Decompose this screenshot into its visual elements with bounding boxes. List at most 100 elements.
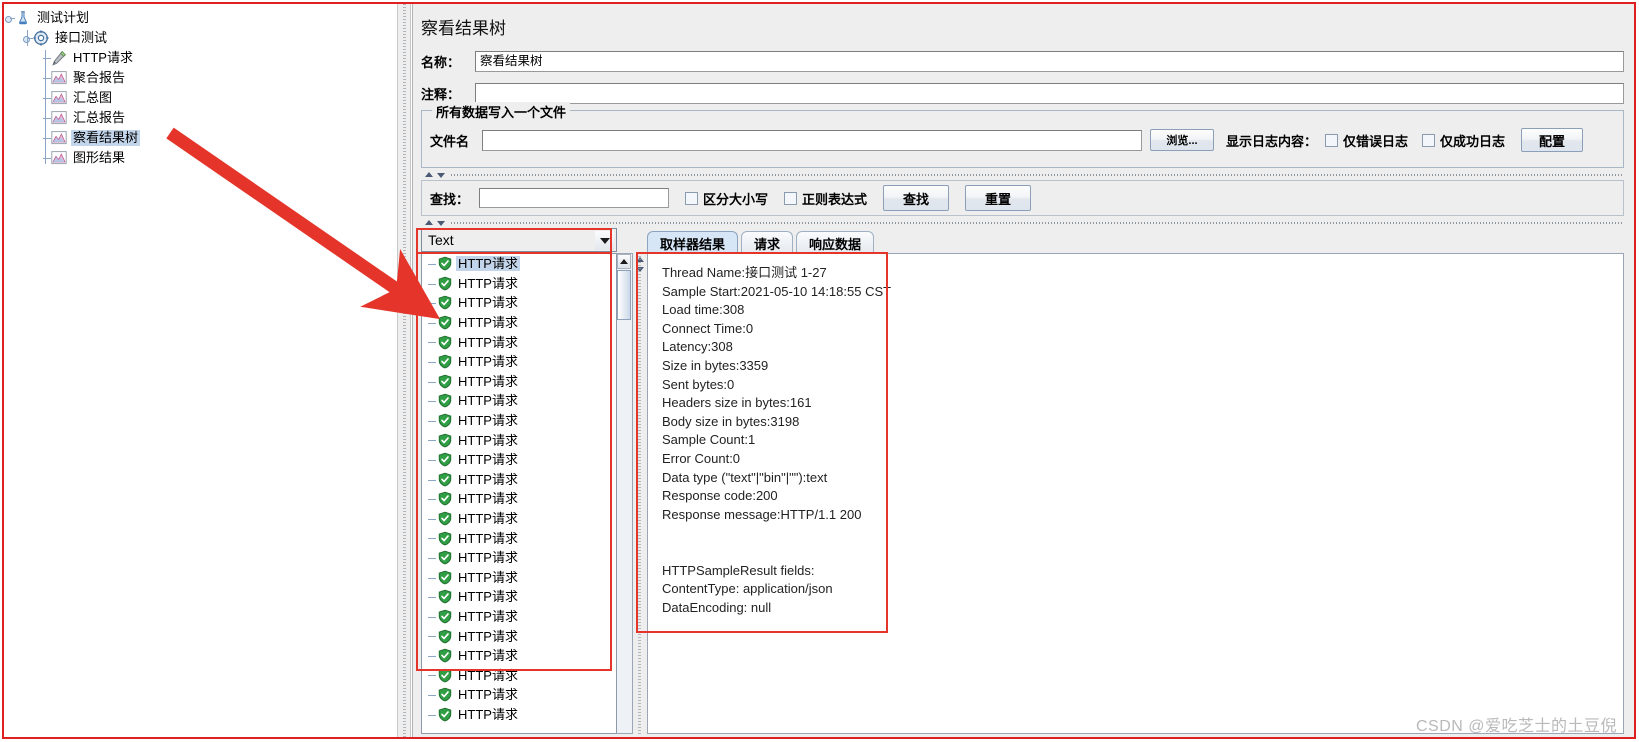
result-row[interactable]: HTTP请求 <box>422 626 616 646</box>
result-row[interactable]: HTTP请求 <box>422 470 616 490</box>
result-row[interactable]: HTTP请求 <box>422 528 616 548</box>
result-row[interactable]: HTTP请求 <box>422 489 616 509</box>
view-results-tree-panel: 察看结果树 名称： 察看结果树 注释： 所有数据写入一个文件 文件名 浏览...… <box>412 4 1635 738</box>
listener-icon <box>51 71 67 85</box>
detail-body[interactable]: Thread Name:接口测试 1-27 Sample Start:2021-… <box>647 253 1624 734</box>
test-plan-tree[interactable]: 测试计划 接口测试 HTTP请求聚合报告 汇总图 汇总报告 察看结果树图形结果 <box>4 8 396 168</box>
success-status-icon <box>438 433 452 448</box>
tree-expander-icon[interactable] <box>4 13 15 24</box>
result-row[interactable]: HTTP请求 <box>422 665 616 685</box>
success-status-icon <box>438 511 452 526</box>
tab-label: 响应数据 <box>809 236 862 252</box>
search-label: 查找： <box>430 191 470 207</box>
result-row[interactable]: HTTP请求 <box>422 352 616 372</box>
find-button[interactable]: 查找 <box>883 185 950 211</box>
result-row[interactable]: HTTP请求 <box>422 587 616 607</box>
result-row[interactable]: HTTP请求 <box>422 509 616 529</box>
tree-branch-icon <box>428 303 436 305</box>
results-list-scrollbar[interactable] <box>617 253 633 734</box>
collapse-down-icon[interactable] <box>437 221 445 226</box>
errors-only-label: 仅错误日志 <box>1343 133 1409 149</box>
tab-2[interactable]: 响应数据 <box>796 231 875 254</box>
result-row[interactable]: HTTP请求 <box>422 313 616 333</box>
result-row[interactable]: HTTP请求 <box>422 568 616 588</box>
result-row[interactable]: HTTP请求 <box>422 430 616 450</box>
result-row[interactable]: HTTP请求 <box>422 372 616 392</box>
collapse-up-icon[interactable] <box>425 172 433 177</box>
result-row[interactable]: HTTP请求 <box>422 332 616 352</box>
tree-item-label: 图形结果 <box>73 150 126 165</box>
tree-item-0[interactable]: 测试计划 <box>4 8 396 28</box>
regex-checkbox[interactable]: 正则表达式 <box>784 189 867 208</box>
result-row[interactable]: HTTP请求 <box>422 705 616 725</box>
result-row[interactable]: HTTP请求 <box>422 411 616 431</box>
errors-only-checkbox[interactable]: 仅错误日志 <box>1325 131 1408 150</box>
tree-branch-icon <box>428 518 436 520</box>
reset-button[interactable]: 重置 <box>965 185 1032 211</box>
configure-button[interactable]: 配置 <box>1521 128 1584 152</box>
success-status-icon <box>438 688 452 702</box>
result-row-label: HTTP请求 <box>458 393 518 409</box>
browse-button[interactable]: 浏览... <box>1150 129 1214 151</box>
strip-dots <box>451 174 1624 176</box>
comment-input[interactable] <box>475 82 1624 104</box>
name-input[interactable]: 察看结果树 <box>475 50 1624 72</box>
result-row[interactable]: HTTP请求 <box>422 607 616 627</box>
tree-item-6[interactable]: 察看结果树 <box>40 128 396 148</box>
scrollbar-thumb[interactable] <box>617 270 631 320</box>
chevron-down-icon[interactable] <box>595 231 614 250</box>
tree-branch-icon <box>428 459 436 461</box>
success-status-icon <box>438 355 452 369</box>
result-row[interactable]: HTTP请求 <box>422 685 616 705</box>
detail-tabstrip[interactable]: 取样器结果 请求 响应数据 <box>647 230 877 254</box>
scroll-up-icon[interactable] <box>617 254 631 269</box>
tree-item-3[interactable]: 聚合报告 <box>40 68 396 88</box>
filename-input[interactable] <box>482 129 1142 151</box>
success-status-icon <box>438 492 452 506</box>
result-row[interactable]: HTTP请求 <box>422 548 616 568</box>
collapse-strip-1[interactable] <box>421 170 1624 180</box>
case-sensitive-checkbox[interactable]: 区分大小写 <box>685 189 768 208</box>
renderer-select[interactable]: Text <box>421 228 617 252</box>
collapse-down-icon[interactable] <box>437 173 445 178</box>
result-row[interactable]: HTTP请求 <box>422 450 616 470</box>
tab-0[interactable]: 取样器结果 <box>647 231 739 254</box>
thread-group-icon <box>33 30 49 46</box>
tree-item-7[interactable]: 图形结果 <box>40 148 396 168</box>
tree-item-4[interactable]: 汇总图 <box>40 88 396 108</box>
csdn-watermark: CSDN @爱吃芝士的土豆倪 <box>1415 718 1617 735</box>
search-input[interactable] <box>479 188 670 208</box>
result-row-label: HTTP请求 <box>458 334 518 350</box>
result-row[interactable]: HTTP请求 <box>422 391 616 411</box>
tree-branch-icon <box>428 597 436 599</box>
result-row-label: HTTP请求 <box>458 569 518 585</box>
result-row[interactable]: HTTP请求 <box>422 293 616 313</box>
result-row[interactable]: HTTP请求 <box>422 254 616 274</box>
scrollbar-track[interactable] <box>617 321 631 733</box>
tree-item-5[interactable]: 汇总报告 <box>40 108 396 128</box>
success-only-checkbox[interactable]: 仅成功日志 <box>1422 131 1505 150</box>
result-row-label: HTTP请求 <box>458 373 518 389</box>
tree-branch-icon <box>428 361 436 363</box>
success-status-icon <box>438 296 452 310</box>
tree-item-2[interactable]: HTTP请求 <box>40 48 396 68</box>
write-all-data-to-file-group: 所有数据写入一个文件 文件名 浏览... 显示日志内容： 仅错误日志 仅成功日志… <box>421 102 1624 168</box>
tab-1[interactable]: 请求 <box>741 231 794 254</box>
listener-icon <box>51 91 67 105</box>
tab-label: 取样器结果 <box>660 236 726 252</box>
results-list[interactable]: HTTP请求 HTTP请求 HTTP请求 HTTP请求 HTTP请求 HTTP请求 HTTP… <box>421 253 617 734</box>
result-row-label: HTTP请求 <box>458 628 518 644</box>
results-detail-splitter[interactable] <box>634 253 646 734</box>
name-label: 名称： <box>421 54 461 70</box>
strip-dots <box>451 222 1624 224</box>
collapse-strip-2[interactable] <box>421 218 1624 228</box>
result-row[interactable]: HTTP请求 <box>422 274 616 294</box>
renderer-select-value: Text <box>428 232 454 248</box>
collapse-up-icon[interactable] <box>425 220 433 225</box>
jmeter-window: 测试计划 接口测试 HTTP请求 聚合报告 汇总图 汇总报告 察看结果树 图形结果 察看结果树… <box>0 0 1639 742</box>
result-row-label: HTTP请求 <box>458 667 518 683</box>
result-row[interactable]: HTTP请求 <box>422 646 616 666</box>
main-vertical-splitter[interactable] <box>397 4 411 738</box>
tree-item-1[interactable]: 接口测试 <box>22 28 396 48</box>
tree-item-label: HTTP请求 <box>73 50 133 65</box>
